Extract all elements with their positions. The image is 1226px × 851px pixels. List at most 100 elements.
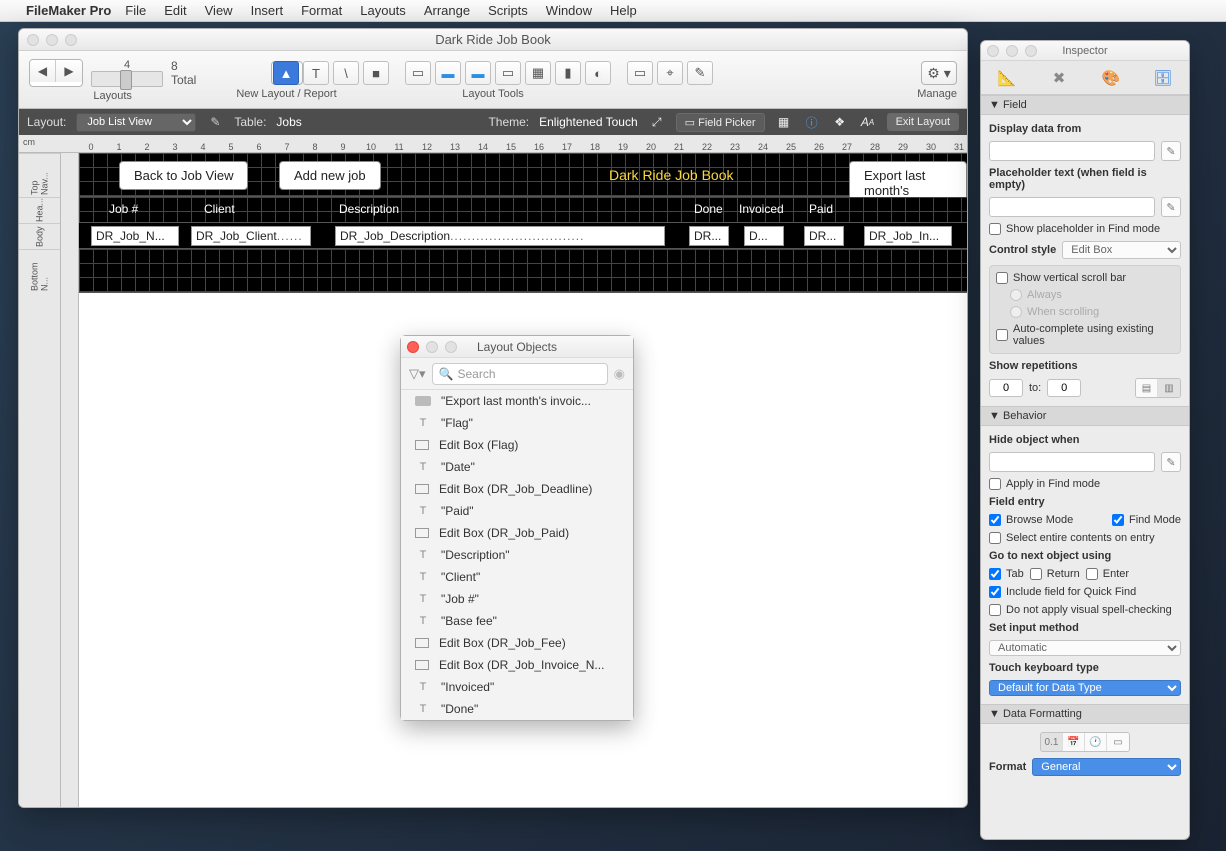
apply-find-check[interactable]: Apply in Find mode (989, 478, 1181, 490)
rect-tool[interactable]: ■ (363, 61, 389, 85)
theme-expand-icon[interactable]: ⤢ (648, 113, 666, 131)
line-tool[interactable]: \ (333, 61, 359, 85)
input-method-select[interactable]: Automatic (989, 640, 1181, 656)
rep-orientation[interactable]: ▤▥ (1135, 378, 1181, 398)
section-field[interactable]: ▼ Field (981, 95, 1189, 115)
menu-layouts[interactable]: Layouts (360, 3, 406, 18)
layout-object-item[interactable]: T"Description" (401, 544, 633, 566)
hdr-desc[interactable]: Description (339, 202, 399, 216)
return-check[interactable]: Return (1030, 568, 1080, 580)
quick-find-check[interactable]: Include field for Quick Find (989, 586, 1181, 598)
hdr-client[interactable]: Client (204, 202, 235, 216)
lo-traffic[interactable] (407, 341, 457, 353)
control-style-select[interactable]: Edit Box (1062, 241, 1181, 259)
eyedropper-tool[interactable]: ✎ (687, 61, 713, 85)
layout-object-item[interactable]: T"Job #" (401, 588, 633, 610)
layout-select[interactable]: Job List View (76, 113, 196, 132)
menu-view[interactable]: View (205, 3, 233, 18)
add-job-button[interactable]: Add new job (279, 161, 381, 190)
field-jobnum[interactable]: DR_Job_N... (91, 226, 179, 246)
layout-objects-search[interactable]: 🔍 Search (432, 363, 608, 385)
field-desc[interactable]: DR_Job_Description......................… (335, 226, 665, 246)
chart-tool[interactable]: ▮ (555, 61, 581, 85)
autocomplete-check[interactable]: Auto-complete using existing values (996, 323, 1174, 347)
tab-appearance-icon[interactable]: 🎨 (1099, 66, 1123, 90)
field-done[interactable]: DR... (689, 226, 729, 246)
tab-styles-icon[interactable]: ✖ (1047, 66, 1071, 90)
rep-from-input[interactable] (989, 379, 1023, 397)
layout-object-item[interactable]: T"Date" (401, 456, 633, 478)
format-painter-tool[interactable]: ⌖ (657, 61, 683, 85)
section-data-formatting[interactable]: ▼ Data Formatting (981, 704, 1189, 724)
field-tool[interactable]: ▭ (405, 61, 431, 85)
tab-position-icon[interactable]: 📐 (995, 66, 1019, 90)
tab-data-icon[interactable]: 🗄 (1151, 66, 1175, 90)
find-mode-check[interactable]: Find Mode (1112, 514, 1181, 526)
part-header[interactable]: Hea... (19, 197, 60, 223)
inspector-panel[interactable]: Inspector 📐 ✖ 🎨 🗄 ▼ Field Display data f… (980, 40, 1190, 840)
menu-scripts[interactable]: Scripts (488, 3, 528, 18)
manage-button[interactable]: ⚙ ▾ (921, 61, 957, 85)
part-bottomnav[interactable]: Bottom N... (19, 249, 60, 293)
enter-check[interactable]: Enter (1086, 568, 1129, 580)
layers-icon[interactable]: ❖ (831, 113, 849, 131)
portal-tool[interactable]: ▦ (525, 61, 551, 85)
placeholder-input[interactable] (989, 197, 1155, 217)
display-from-input[interactable] (989, 141, 1155, 161)
tab-check[interactable]: Tab (989, 568, 1024, 580)
pointer-tool[interactable]: ▲ (273, 61, 299, 85)
format-type-segment[interactable]: 0.1📅🕐▭ (1040, 732, 1130, 752)
menu-edit[interactable]: Edit (164, 3, 186, 18)
when-scrolling-radio[interactable]: When scrolling (996, 306, 1174, 318)
canvas-title[interactable]: Dark Ride Job Book (609, 167, 734, 183)
nav-prev-button[interactable]: ◀ (30, 60, 56, 82)
browse-mode-check[interactable]: Browse Mode (989, 514, 1073, 526)
always-radio[interactable]: Always (996, 289, 1174, 301)
layout-object-item[interactable]: Edit Box (DR_Job_Fee) (401, 632, 633, 654)
menu-file[interactable]: File (125, 3, 146, 18)
field-invoiced[interactable]: D... (744, 226, 784, 246)
layout-object-item[interactable]: Edit Box (DR_Job_Paid) (401, 522, 633, 544)
show-placeholder-find-check[interactable]: Show placeholder in Find mode (989, 223, 1181, 235)
layout-object-item[interactable]: Edit Box (Flag) (401, 434, 633, 456)
app-name[interactable]: FileMaker Pro (26, 3, 111, 18)
select-entire-check[interactable]: Select entire contents on entry (989, 532, 1181, 544)
layout-object-item[interactable]: T"Done" (401, 698, 633, 720)
rep-to-input[interactable] (1047, 379, 1081, 397)
section-behavior[interactable]: ▼ Behavior (981, 406, 1189, 426)
menu-window[interactable]: Window (546, 3, 592, 18)
insp-traffic[interactable] (987, 45, 1037, 57)
part-body[interactable]: Body (19, 223, 60, 249)
grid-icon[interactable]: ▦ (775, 113, 793, 131)
field-picker-button[interactable]: ▭ Field Picker (676, 113, 765, 132)
menu-format[interactable]: Format (301, 3, 342, 18)
format-select[interactable]: General (1032, 758, 1181, 776)
layout-object-item[interactable]: Edit Box (DR_Job_Deadline) (401, 478, 633, 500)
buttonbar-tool[interactable]: ▬ (465, 61, 491, 85)
hide-when-input[interactable] (989, 452, 1155, 472)
hdr-job[interactable]: Job # (109, 202, 138, 216)
visibility-icon[interactable]: ◉ (614, 366, 625, 382)
layout-object-item[interactable]: T"Invoiced" (401, 676, 633, 698)
layout-object-item[interactable]: T"Base fee" (401, 610, 633, 632)
text-tool[interactable]: T (303, 61, 329, 85)
tab-tool[interactable]: ▭ (495, 61, 521, 85)
layout-object-item[interactable]: Edit Box (DR_Job_Invoice_N... (401, 654, 633, 676)
touch-kb-select[interactable]: Default for Data Type (989, 680, 1181, 696)
hdr-done[interactable]: Done (694, 202, 723, 216)
field-paid[interactable]: DR... (804, 226, 844, 246)
part-topnav[interactable]: Top Nav... (19, 153, 60, 197)
filter-icon[interactable]: ▽▾ (409, 366, 426, 382)
hdr-invoiced[interactable]: Invoiced (739, 202, 784, 216)
layout-object-item[interactable]: T"Paid" (401, 500, 633, 522)
info-icon[interactable]: ⓘ (803, 113, 821, 131)
spell-check[interactable]: Do not apply visual spell-checking (989, 604, 1181, 616)
traffic-lights[interactable] (27, 34, 77, 46)
field-client[interactable]: DR_Job_Client...... (191, 226, 311, 246)
placeholder-pencil-icon[interactable]: ✎ (1161, 197, 1181, 217)
back-button[interactable]: Back to Job View (119, 161, 248, 190)
layout-object-item[interactable]: T"Client" (401, 566, 633, 588)
record-slider[interactable] (91, 71, 163, 87)
aa-icon[interactable]: AA (859, 113, 877, 131)
show-vscroll-check[interactable]: Show vertical scroll bar (996, 272, 1174, 284)
